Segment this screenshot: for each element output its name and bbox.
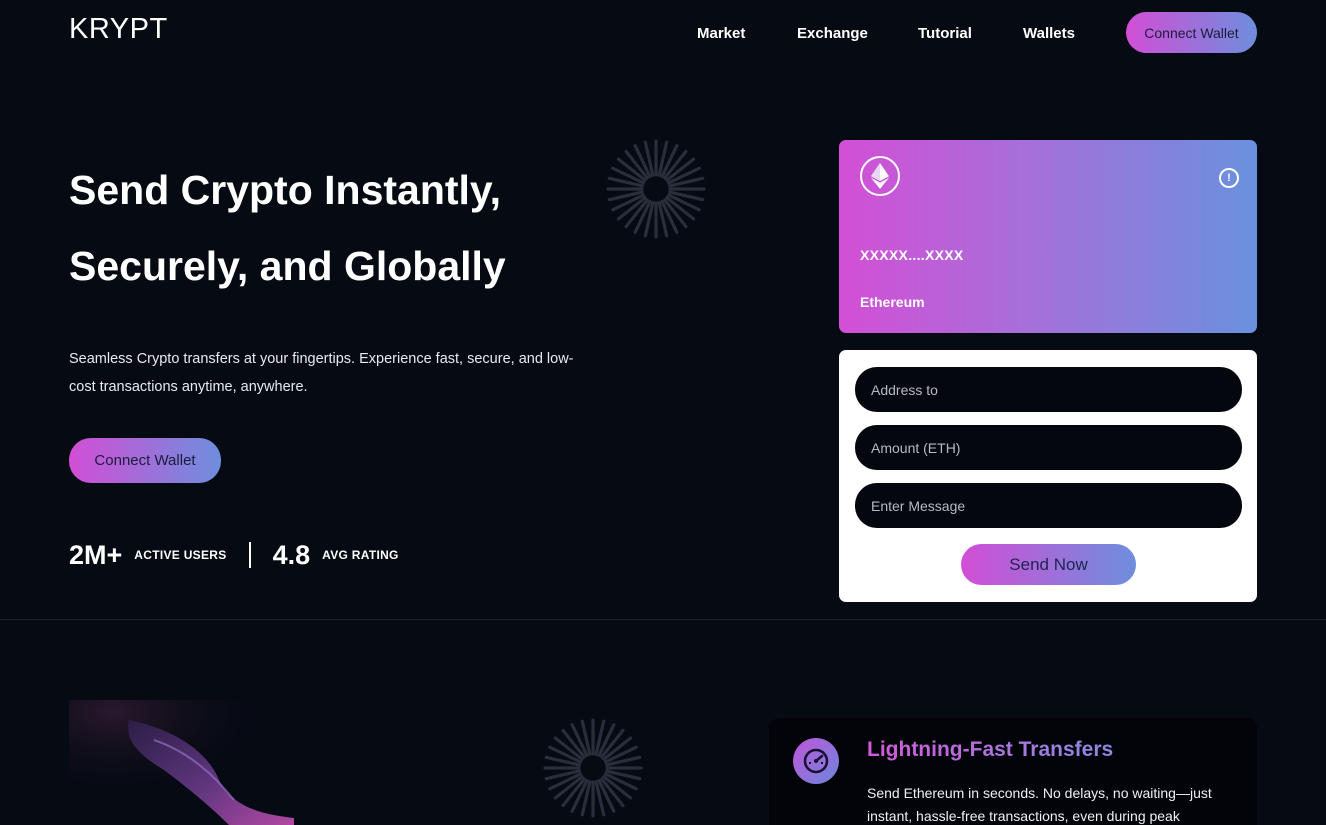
nav-link-tutorial[interactable]: Tutorial xyxy=(918,25,972,42)
wallet-address: XXXXX....XXXX xyxy=(860,247,964,263)
address-input[interactable] xyxy=(855,367,1242,412)
amount-input[interactable] xyxy=(855,425,1242,470)
ethereum-card: ! XXXXX....XXXX Ethereum xyxy=(839,140,1257,333)
nav-connect-wallet-button[interactable]: Connect Wallet xyxy=(1126,12,1257,53)
stats-row: 2M+ ACTIVE USERS 4.8 AVG RATING xyxy=(69,535,399,575)
hero-connect-wallet-button[interactable]: Connect Wallet xyxy=(69,438,221,483)
send-form: Send Now xyxy=(839,350,1257,602)
nav-link-market[interactable]: Market xyxy=(697,25,745,42)
ethereum-icon xyxy=(860,156,900,196)
network-name: Ethereum xyxy=(860,294,925,310)
sunburst-decoration xyxy=(543,718,643,818)
hero-title-line-2: Securely, and Globally xyxy=(69,243,506,289)
send-now-button[interactable]: Send Now xyxy=(961,544,1136,585)
nav-link-wallets[interactable]: Wallets xyxy=(1023,25,1075,42)
nav-link-exchange[interactable]: Exchange xyxy=(797,25,868,42)
stat-divider xyxy=(248,542,251,568)
stat-rating-value: 4.8 xyxy=(272,539,311,570)
hero-illustration xyxy=(69,700,294,825)
hero-title: Send Crypto Instantly, Securely, and Glo… xyxy=(69,152,629,304)
hero-title-line-1: Send Crypto Instantly, xyxy=(69,167,502,213)
stat-rating-label: AVG RATING xyxy=(322,548,399,562)
section-divider xyxy=(0,619,1326,620)
logo[interactable]: KRYPT xyxy=(69,13,168,46)
stat-users-label: ACTIVE USERS xyxy=(134,548,227,562)
feature-title: Lightning-Fast Transfers xyxy=(867,738,1114,761)
top-nav: KRYPT Market Exchange Tutorial Wallets C… xyxy=(0,0,1326,66)
info-icon[interactable]: ! xyxy=(1219,168,1239,188)
feature-card: Lightning-Fast Transfers Send Ethereum i… xyxy=(769,718,1257,825)
message-input[interactable] xyxy=(855,483,1242,528)
feature-description: Send Ethereum in seconds. No delays, no … xyxy=(867,785,1212,824)
hero-subtitle: Seamless Crypto transfers at your finger… xyxy=(69,351,574,395)
stat-users-value: 2M+ xyxy=(69,539,123,570)
speedometer-icon xyxy=(793,738,839,784)
